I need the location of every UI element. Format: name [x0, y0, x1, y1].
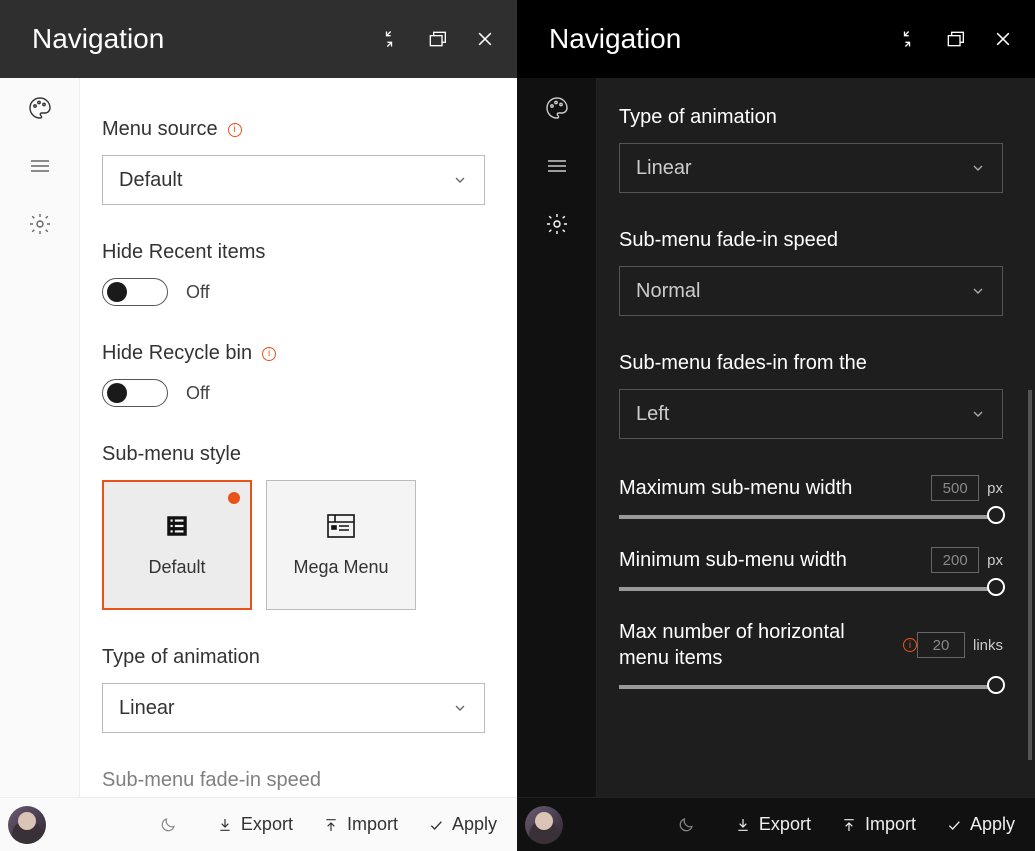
palette-icon[interactable] — [28, 96, 52, 120]
submenu-style-label: Sub-menu style — [102, 443, 485, 466]
footer: Export Import Apply — [517, 797, 1035, 851]
fade-speed-cutoff-label: Sub-menu fade-in speed — [102, 769, 485, 792]
min-width-slider[interactable] — [619, 587, 1003, 591]
titlebar-icons — [379, 29, 517, 49]
restore-window-icon[interactable] — [945, 29, 965, 49]
min-width-input[interactable]: 200 — [931, 547, 979, 573]
gear-icon[interactable] — [545, 212, 569, 236]
fade-speed-label: Sub-menu fade-in speed — [619, 229, 1003, 252]
dark-mode-icon[interactable] — [159, 816, 177, 834]
toggle-state: Off — [186, 282, 210, 303]
chevron-down-icon — [452, 700, 468, 716]
hide-recent-label: Hide Recent items — [102, 241, 485, 264]
menu-icon[interactable] — [545, 154, 569, 178]
list-icon — [163, 513, 191, 539]
chevron-down-icon — [970, 406, 986, 422]
palette-icon[interactable] — [545, 96, 569, 120]
slider-handle[interactable] — [987, 578, 1005, 596]
anim-type-select[interactable]: Linear — [619, 143, 1003, 193]
footer: Export Import Apply — [0, 797, 517, 851]
titlebar: Navigation — [517, 0, 1035, 78]
select-value: Left — [636, 403, 669, 426]
check-icon — [946, 817, 962, 833]
content-area: Menu sourcei Default Hide Recent items O… — [80, 78, 517, 797]
min-width-label: Minimum sub-menu width — [619, 549, 931, 572]
info-icon[interactable]: i — [903, 638, 917, 652]
max-width-label: Maximum sub-menu width — [619, 477, 931, 500]
select-value: Default — [119, 169, 182, 192]
tile-mega-menu[interactable]: Mega Menu — [266, 480, 416, 610]
panel-title: Navigation — [0, 23, 379, 55]
collapse-icon[interactable] — [897, 29, 917, 49]
avatar[interactable] — [525, 806, 563, 844]
slider-handle[interactable] — [987, 676, 1005, 694]
gear-icon[interactable] — [28, 212, 52, 236]
close-icon[interactable] — [993, 29, 1013, 49]
unit: px — [987, 480, 1003, 497]
navigation-panel-light: Navigation Menu sourcei Default Hide Rec… — [0, 0, 517, 851]
anim-type-select[interactable]: Linear — [102, 683, 485, 733]
chevron-down-icon — [452, 172, 468, 188]
toggle-state: Off — [186, 383, 210, 404]
select-value: Linear — [119, 697, 175, 720]
check-icon — [428, 817, 444, 833]
restore-window-icon[interactable] — [427, 29, 447, 49]
hide-recycle-label: Hide Recycle bini — [102, 342, 485, 365]
hide-recent-toggle[interactable] — [102, 278, 168, 306]
titlebar: Navigation — [0, 0, 517, 78]
export-button[interactable]: Export — [735, 814, 811, 835]
navigation-panel-dark: Navigation Type of animation Linear Sub-… — [517, 0, 1035, 851]
dark-mode-icon[interactable] — [677, 816, 695, 834]
max-links-input[interactable]: 20 — [917, 632, 965, 658]
import-button[interactable]: Import — [841, 814, 916, 835]
chevron-down-icon — [970, 283, 986, 299]
tile-label: Mega Menu — [293, 557, 388, 578]
fade-speed-select[interactable]: Normal — [619, 266, 1003, 316]
panel-title: Navigation — [517, 23, 897, 55]
select-value: Linear — [636, 157, 692, 180]
slider-handle[interactable] — [987, 506, 1005, 524]
anim-type-label: Type of animation — [102, 646, 485, 669]
info-icon[interactable]: i — [228, 123, 242, 137]
titlebar-icons — [897, 29, 1035, 49]
apply-button[interactable]: Apply — [428, 814, 497, 835]
menu-source-label: Menu sourcei — [102, 118, 485, 141]
fade-from-label: Sub-menu fades-in from the — [619, 352, 1003, 375]
max-width-input[interactable]: 500 — [931, 475, 979, 501]
collapse-icon[interactable] — [379, 29, 399, 49]
export-button[interactable]: Export — [217, 814, 293, 835]
apply-button[interactable]: Apply — [946, 814, 1015, 835]
unit: links — [973, 637, 1003, 654]
menu-icon[interactable] — [28, 154, 52, 178]
select-value: Normal — [636, 280, 700, 303]
import-button[interactable]: Import — [323, 814, 398, 835]
tile-label: Default — [148, 557, 205, 578]
max-width-slider[interactable] — [619, 515, 1003, 519]
selected-indicator-icon — [228, 492, 240, 504]
upload-icon — [323, 817, 339, 833]
max-links-label: Max number of horizontal menu itemsi — [619, 619, 917, 671]
hide-recycle-toggle[interactable] — [102, 379, 168, 407]
unit: px — [987, 552, 1003, 569]
anim-type-label: Type of animation — [619, 106, 1003, 129]
mega-menu-icon — [327, 513, 355, 539]
chevron-down-icon — [970, 160, 986, 176]
side-tabs — [0, 78, 80, 797]
menu-source-select[interactable]: Default — [102, 155, 485, 205]
info-icon[interactable]: i — [262, 347, 276, 361]
download-icon — [735, 817, 751, 833]
avatar[interactable] — [8, 806, 46, 844]
content-area: Type of animation Linear Sub-menu fade-i… — [597, 78, 1035, 797]
fade-from-select[interactable]: Left — [619, 389, 1003, 439]
tile-default[interactable]: Default — [102, 480, 252, 610]
download-icon — [217, 817, 233, 833]
side-tabs — [517, 78, 597, 797]
close-icon[interactable] — [475, 29, 495, 49]
max-links-slider[interactable] — [619, 685, 1003, 689]
scrollbar[interactable] — [1028, 390, 1032, 760]
upload-icon — [841, 817, 857, 833]
